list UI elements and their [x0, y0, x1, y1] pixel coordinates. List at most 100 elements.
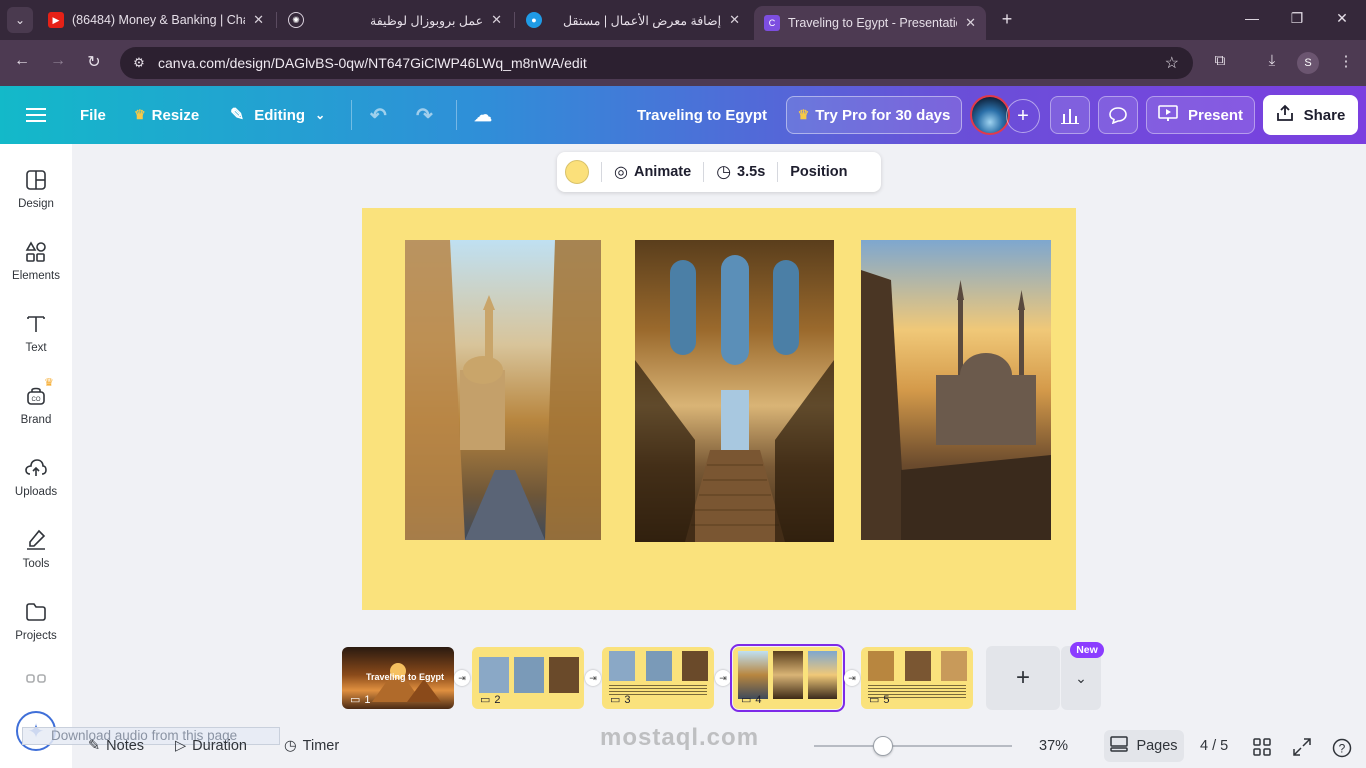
tab-title: (86484) Money & Banking | Cha [72, 13, 246, 27]
close-tab-icon[interactable]: ✕ [491, 12, 502, 28]
transition-icon[interactable]: ⇥ [454, 670, 470, 686]
sidebar-item-text[interactable]: Text [0, 312, 72, 354]
download-icon[interactable]: ⤓ [1261, 52, 1283, 69]
tab-search-dropdown[interactable]: ⌄ [7, 7, 33, 33]
new-tab-button[interactable]: + [996, 9, 1018, 30]
add-page-button[interactable]: + [986, 646, 1060, 710]
address-bar-row: ← → ↻ ⚙ canva.com/design/DAGlvBS-0qw/NT6… [0, 40, 1366, 86]
position-button[interactable]: Position [790, 164, 847, 180]
duration-toggle-button[interactable]: ▷ Duration [175, 738, 247, 754]
sidebar-item-apps[interactable] [0, 672, 72, 702]
comment-icon[interactable] [1098, 96, 1138, 134]
insights-chart-icon[interactable] [1050, 96, 1090, 134]
transition-icon[interactable]: ⇥ [844, 670, 860, 686]
redo-icon[interactable]: ↷ [416, 86, 433, 144]
thumbnail-title: Traveling to Egypt [366, 672, 445, 682]
thumbnail-number: ▭ 4 [741, 693, 762, 707]
page-thumbnail-3[interactable]: ▭ 3 [602, 647, 714, 709]
bookmark-star-icon[interactable]: ☆ [1165, 53, 1179, 73]
main-menu-icon[interactable] [26, 86, 46, 144]
browser-tab-youtube[interactable]: ▶ (86484) Money & Banking | Cha ✕ [38, 4, 274, 36]
share-label: Share [1303, 106, 1346, 124]
invite-collaborator-button[interactable]: + [1006, 99, 1040, 133]
pages-button[interactable]: Pages [1104, 730, 1184, 762]
extensions-icon[interactable]: ⧉ [1209, 52, 1231, 69]
animate-button[interactable]: ◎ Animate [614, 162, 691, 182]
slide-canvas[interactable] [362, 208, 1076, 610]
cloud-saved-icon[interactable]: ☁ [474, 86, 492, 144]
back-button[interactable]: ← [11, 52, 33, 70]
fullscreen-icon[interactable] [1293, 738, 1311, 756]
help-icon[interactable]: ? [1332, 738, 1352, 758]
forward-button[interactable]: → [47, 52, 69, 70]
notes-button[interactable]: ✎ Notes [88, 738, 144, 754]
sidebar-item-uploads[interactable]: Uploads [0, 456, 72, 498]
zoom-slider-track[interactable] [814, 745, 1012, 747]
crown-icon: ♛ [797, 107, 810, 122]
cairo-street-photo[interactable] [405, 240, 601, 540]
sidebar-item-design[interactable]: Design [0, 168, 72, 210]
present-button[interactable]: Present [1146, 96, 1255, 134]
palace-staircase-photo[interactable] [635, 240, 834, 542]
sidebar-item-brand[interactable]: CO ♛ Brand [0, 377, 72, 426]
try-pro-button[interactable]: ♛ Try Pro for 30 days [786, 96, 962, 134]
page-thumbnail-5[interactable]: ▭ 5 [861, 647, 973, 709]
browser-menu-icon[interactable]: ⋮ [1335, 52, 1357, 70]
omnibox[interactable]: ⚙ canva.com/design/DAGlvBS-0qw/NT647GiCl… [120, 47, 1193, 79]
minimize-button[interactable]: — [1242, 10, 1262, 26]
browser-tab-canva[interactable]: C Traveling to Egypt - Presentation ✕ [754, 6, 986, 40]
tab-divider [514, 12, 515, 28]
youtube-icon: ▶ [48, 12, 64, 28]
sidebar-item-tools[interactable]: Tools [0, 528, 72, 570]
duration-button[interactable]: ◷ 3.5s [716, 162, 765, 182]
maximize-button[interactable]: ❐ [1287, 10, 1307, 27]
sidebar-item-projects[interactable]: Projects [0, 600, 72, 642]
timer-label: Timer [302, 738, 340, 754]
grid-view-icon[interactable] [1253, 738, 1271, 756]
close-tab-icon[interactable]: ✕ [253, 12, 264, 28]
document-title[interactable]: Traveling to Egypt [637, 86, 767, 144]
sidebar-item-label: Tools [22, 558, 50, 570]
site-info-icon[interactable]: ⚙ [128, 55, 150, 71]
page-thumbnail-1[interactable]: Traveling to Egypt ▭ 1 [342, 647, 454, 709]
svg-text:?: ? [1339, 742, 1346, 756]
url-text[interactable]: canva.com/design/DAGlvBS-0qw/NT647GiClWP… [158, 55, 587, 71]
undo-icon[interactable]: ↶ [370, 86, 387, 144]
share-button[interactable]: Share [1263, 95, 1358, 135]
duration-toggle-label: Duration [192, 738, 247, 754]
close-tab-icon[interactable]: ✕ [729, 12, 740, 28]
profile-avatar[interactable]: S [1297, 52, 1319, 74]
uploads-icon [25, 459, 47, 476]
toolbar-divider [703, 162, 705, 182]
close-tab-icon[interactable]: ✕ [965, 15, 976, 31]
user-avatar[interactable] [970, 95, 1010, 135]
sidebar-item-label: Uploads [14, 486, 58, 498]
transition-icon[interactable]: ⇥ [585, 670, 601, 686]
page-thumbnail-2[interactable]: ▭ 2 [472, 647, 584, 709]
browser-tab-chatgpt[interactable]: ✺ عمل بروبوزال لوظيفة ✕ [278, 4, 512, 36]
browser-tab-mostaql[interactable]: ● إضافة معرض الأعمال | مستقل ✕ [516, 4, 750, 36]
thumbnail-number: ▭ 3 [610, 693, 631, 707]
sidebar-item-label: Brand [20, 414, 52, 426]
thumbnail-number: ▭ 5 [869, 693, 890, 707]
file-menu[interactable]: File [80, 86, 106, 144]
resize-button[interactable]: ♛ Resize [134, 86, 199, 144]
reload-button[interactable]: ↻ [83, 52, 105, 72]
play-icon: ▷ [175, 738, 187, 754]
citadel-mosque-photo[interactable] [861, 240, 1051, 540]
chevron-down-icon: ⌄ [315, 108, 326, 122]
new-badge: New [1070, 642, 1104, 658]
editing-mode-dropdown[interactable]: ✎ Editing ⌄ [230, 86, 325, 144]
sidebar-item-elements[interactable]: Elements [0, 240, 72, 282]
close-window-button[interactable]: ✕ [1332, 10, 1352, 27]
transition-icon[interactable]: ⇥ [715, 670, 731, 686]
background-color-swatch[interactable] [565, 160, 589, 184]
zoom-level[interactable]: 37% [1039, 738, 1068, 754]
slide-comment-icon: ▭ [741, 694, 752, 706]
toolbar-divider [777, 162, 779, 182]
mostaql-icon: ● [526, 12, 542, 28]
timer-button[interactable]: ◷ Timer [284, 738, 339, 754]
page-thumbnail-4[interactable]: ▭ 4 [730, 644, 845, 712]
zoom-slider-handle[interactable] [873, 736, 893, 756]
sidebar-item-label: Design [18, 198, 54, 210]
